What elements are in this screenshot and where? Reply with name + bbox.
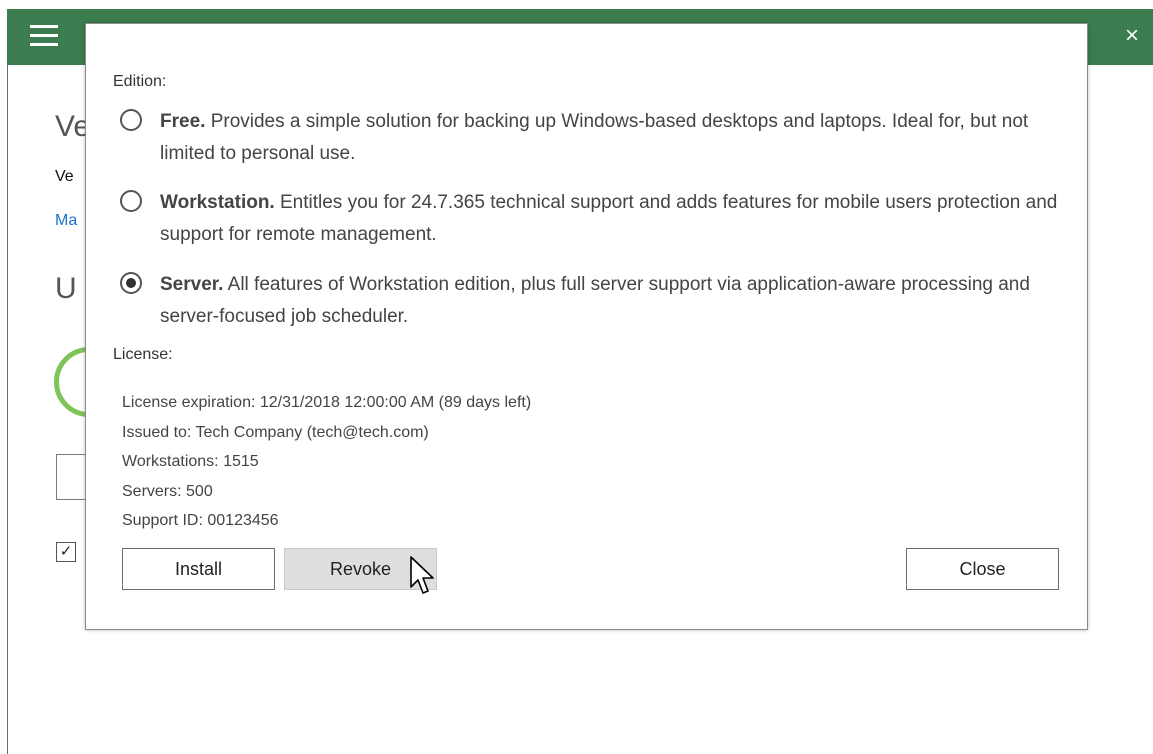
license-workstations: Workstations: 1515 xyxy=(122,453,259,470)
edition-free-name: Free. xyxy=(160,111,206,132)
window-close-icon[interactable]: × xyxy=(1125,24,1147,48)
license-dialog: Edition: Free. Provides a simple solutio… xyxy=(85,23,1088,630)
menu-icon[interactable] xyxy=(30,25,58,47)
edition-server-text: Server. All features of Workstation edit… xyxy=(160,269,1065,333)
edition-workstation-description: Entitles you for 24.7.365 technical supp… xyxy=(160,192,1058,245)
section-title: U xyxy=(55,272,77,305)
license-servers: Servers: 500 xyxy=(122,482,213,500)
license-support-id: Support ID: 00123456 xyxy=(122,512,279,529)
close-button[interactable]: Close xyxy=(906,548,1059,590)
radio-workstation[interactable] xyxy=(120,190,142,212)
edition-free-text: Free. Provides a simple solution for bac… xyxy=(160,106,1065,170)
manage-link[interactable]: Ma xyxy=(55,212,77,230)
license-label: License: xyxy=(113,346,173,363)
radio-free[interactable] xyxy=(120,109,142,131)
edition-server-description: All features of Workstation edition, plu… xyxy=(160,274,1030,327)
license-issued-to: Issued to: Tech Company (tech@tech.com) xyxy=(122,423,429,441)
edition-workstation-text: Workstation. Entitles you for 24.7.365 t… xyxy=(160,187,1065,251)
license-info: License expiration: 12/31/2018 12:00:00 … xyxy=(122,388,531,536)
radio-server[interactable] xyxy=(120,272,142,294)
edition-label: Edition: xyxy=(113,73,167,90)
edition-workstation-name: Workstation. xyxy=(160,192,275,213)
version-text: Ve xyxy=(55,168,74,185)
install-button[interactable]: Install xyxy=(122,548,275,590)
mouse-pointer-icon xyxy=(410,556,434,594)
edition-free-description: Provides a simple solution for backing u… xyxy=(160,111,1029,164)
background-checkbox[interactable]: ✓ xyxy=(56,542,76,562)
edition-server-name: Server. xyxy=(160,274,224,295)
license-expiration: License expiration: 12/31/2018 12:00:00 … xyxy=(122,394,532,411)
